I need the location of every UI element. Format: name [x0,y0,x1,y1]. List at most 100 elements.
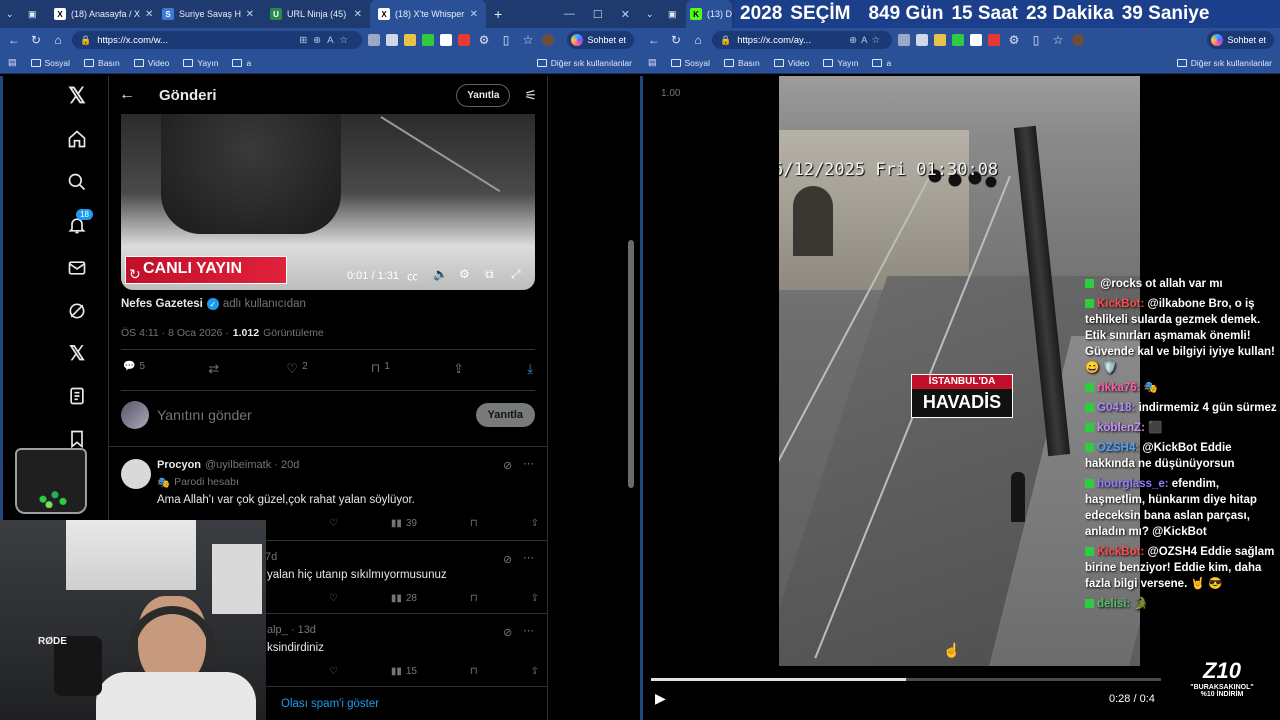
tab-x-whisper[interactable]: X (18) X'te Whisper: "G ✕ [370,0,486,28]
grok-icon[interactable]: ⊘ [503,459,512,472]
close-icon[interactable]: ✕ [470,9,478,20]
refresh-icon[interactable]: ↻ [28,33,44,47]
left-scrollbar[interactable] [628,240,634,488]
heart-icon[interactable]: ♡ [329,518,338,529]
extension-icon[interactable] [952,34,964,46]
split-screen-icon[interactable]: ▯ [498,33,514,47]
repost-action[interactable]: ⇄ [208,361,223,379]
chat-username[interactable]: delisi: [1097,598,1130,610]
tab-syria-map[interactable]: S Suriye Savaş Haritası ✕ [154,0,262,28]
other-bookmarks[interactable]: Diğer sık kullanılanlar [536,58,632,68]
bookmarks-menu-icon[interactable]: ▤ [648,57,657,68]
views-action[interactable]: ▮▮ 39 [391,518,417,529]
minimize-icon[interactable]: — [564,8,575,21]
bookmark-a[interactable]: a [872,58,891,68]
source-name[interactable]: Nefes Gazetesi [121,298,203,310]
home-icon[interactable]: ⌂ [50,33,66,47]
favorites-icon[interactable]: ☆ [520,33,536,47]
bookmark-basin[interactable]: Basın [724,58,760,68]
maximize-icon[interactable]: ☐ [593,8,603,21]
tab-actions-icon[interactable]: ⌄ [0,0,24,28]
extension-icon[interactable] [386,34,398,46]
video-player[interactable]: 1.00 6/12/2025 Fri 01:30:08 İSTANBUL'DA … [640,76,1280,720]
download-icon[interactable]: ⤓ [527,361,533,379]
extension-icon[interactable] [368,34,380,46]
bookmark-icon[interactable]: ⊓ [470,518,478,529]
embedded-video[interactable]: CANLI YAYIN ↻ 0:01 / 1:31 ㏄ 🔈 ⚙ ⧉ ⤢ [121,114,535,290]
favorites-icon[interactable]: ☆ [1050,33,1066,47]
back-arrow-icon[interactable]: ← [119,86,135,104]
url-field[interactable]: 🔒 https://x.com/ay... ⊕A☆ [712,31,892,49]
timestamp[interactable]: ÖS 4:11 · 8 Oca 2026 · [121,327,229,339]
extension-icon[interactable] [970,34,982,46]
chat-username[interactable]: OZSH4: [1097,442,1139,454]
home-icon[interactable] [65,127,89,151]
bookmark-video[interactable]: Video [133,58,169,68]
grok-icon[interactable]: ⊘ [503,553,512,566]
other-bookmarks[interactable]: Diğer sık kullanılanlar [1176,58,1272,68]
x-logo-icon[interactable]: 𝕏 [65,83,89,108]
copilot-button[interactable]: Sohbet et [567,31,634,49]
workspaces-icon[interactable]: ▣ [664,0,686,28]
reply-submit-button[interactable]: Yanıtla [475,403,535,427]
heart-icon[interactable]: ♡ [329,666,338,677]
like-action[interactable]: ♡ 2 [286,361,307,379]
tab-x-home[interactable]: X (18) Anasayfa / X ✕ [46,0,154,28]
chat-username[interactable]: rikka76: [1097,382,1140,394]
bookmarks-menu-icon[interactable]: ▤ [8,57,17,68]
extension-icon[interactable] [988,34,1000,46]
bookmark-yayin[interactable]: Yayın [183,58,218,68]
extensions-puzzle-icon[interactable]: ⚙ [1006,33,1022,47]
extension-icon[interactable] [898,34,910,46]
settings-sliders-icon[interactable]: ⚟ [524,87,537,104]
tab-right-active[interactable]: K (13) D [686,0,732,28]
bookmark-action[interactable]: ⊓ 1 [371,361,390,379]
premium-x-icon[interactable]: 𝕏 [65,341,89,365]
share-icon[interactable]: ⇪ [531,518,539,529]
chat-username[interactable]: KickBot: [1097,546,1144,558]
chat-username[interactable]: KickBot: [1097,298,1144,310]
back-icon[interactable]: ← [6,33,22,47]
bookmark-a[interactable]: a [232,58,251,68]
reply-action[interactable]: 💬 5 [123,361,145,379]
chat-username[interactable]: hourglass_e: [1097,478,1169,490]
heart-icon[interactable]: ♡ [329,593,338,604]
workspaces-icon[interactable]: ▣ [24,0,46,28]
lists-icon[interactable] [65,384,89,408]
show-spam-link[interactable]: Olası spam'i göster [281,698,379,710]
captions-icon[interactable]: ㏄ [407,268,418,284]
bookmark-video[interactable]: Video [773,58,809,68]
more-icon[interactable]: ⋯ [523,457,534,470]
share-icon[interactable]: ⇪ [453,361,464,379]
replay-icon[interactable]: ↻ [129,266,141,283]
address-actions-icon[interactable]: ⊕A☆ [849,35,884,46]
progress-track[interactable] [651,678,1161,681]
more-icon[interactable]: ⋯ [523,624,534,637]
extensions-puzzle-icon[interactable]: ⚙ [476,33,492,47]
avatar[interactable] [542,34,554,46]
volume-icon[interactable]: 🔈 [433,267,448,281]
notifications-icon[interactable]: 18 [65,209,93,237]
close-icon[interactable]: ✕ [145,9,153,20]
back-icon[interactable]: ← [646,33,662,47]
more-icon[interactable]: ⋯ [523,551,534,564]
pip-icon[interactable]: ⧉ [485,267,494,282]
messages-icon[interactable] [65,256,89,280]
grok-icon[interactable] [65,299,89,323]
close-icon[interactable]: ✕ [246,9,254,20]
split-screen-icon[interactable]: ▯ [1028,33,1044,47]
new-tab-button[interactable]: + [486,0,512,28]
avatar[interactable] [1072,34,1084,46]
chat-username[interactable]: köblenZ: [1097,422,1145,434]
views-action[interactable]: ▮▮ 28 [391,593,417,604]
play-icon[interactable]: ▶ [655,690,666,707]
home-icon[interactable]: ⌂ [690,33,706,47]
bookmark-sosyal[interactable]: Sosyal [670,58,710,68]
url-field[interactable]: 🔒 https://x.com/w... ⊞⊕A☆ [72,31,362,49]
bookmark-icon[interactable]: ⊓ [470,666,478,677]
extension-icon[interactable] [440,34,452,46]
extension-icon[interactable] [404,34,416,46]
close-window-icon[interactable]: ✕ [621,8,630,21]
bookmark-icon[interactable]: ⊓ [470,593,478,604]
address-actions-icon[interactable]: ⊞⊕A☆ [299,35,354,46]
